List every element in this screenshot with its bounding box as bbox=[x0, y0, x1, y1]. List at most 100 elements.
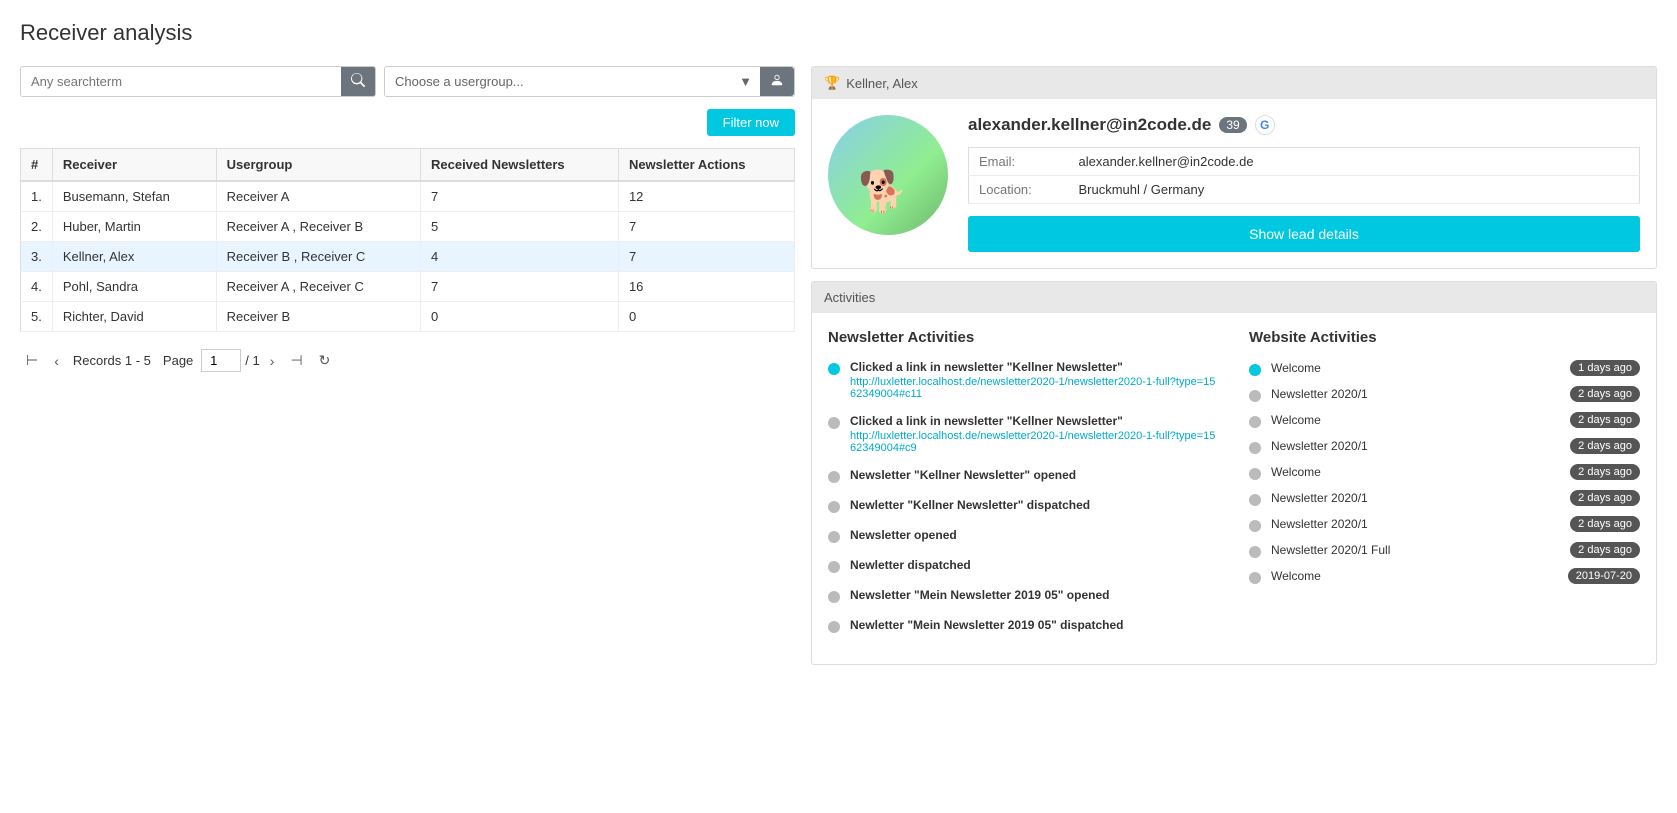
website-item-text: Newsletter 2020/1 bbox=[1271, 491, 1560, 505]
profile-info: alexander.kellner@in2code.de 39 G Email:… bbox=[968, 115, 1640, 252]
location-label: Location: bbox=[969, 176, 1069, 204]
website-activities-column: Website Activities Welcome 1 days ago Ne… bbox=[1249, 329, 1640, 648]
newsletter-timeline: Clicked a link in newsletter "Kellner Ne… bbox=[828, 360, 1219, 634]
cell-receiver: Richter, David bbox=[52, 302, 216, 332]
receivers-table: # Receiver Usergroup Received Newsletter… bbox=[20, 148, 795, 332]
website-timeline: Welcome 1 days ago Newsletter 2020/1 2 d… bbox=[1249, 360, 1640, 584]
timeline-dot bbox=[828, 471, 840, 483]
website-timeline-item: Newsletter 2020/1 2 days ago bbox=[1249, 438, 1640, 454]
newsletter-timeline-item: Clicked a link in newsletter "Kellner Ne… bbox=[828, 360, 1219, 400]
website-dot bbox=[1249, 442, 1261, 454]
activities-card: Activities Newsletter Activities Clicked… bbox=[811, 281, 1657, 665]
cell-usergroup: Receiver B , Receiver C bbox=[216, 242, 420, 272]
usergroup-select-wrap: Choose a usergroup... Receiver A Receive… bbox=[384, 66, 795, 97]
cell-newsletters: 7 bbox=[420, 181, 618, 212]
avatar-wrap bbox=[828, 115, 948, 235]
select-arrow-icon: ▼ bbox=[731, 67, 760, 96]
newsletter-timeline-item: Newletter dispatched bbox=[828, 558, 1219, 574]
newsletter-timeline-item: Newsletter "Mein Newsletter 2019 05" ope… bbox=[828, 588, 1219, 604]
search-input[interactable] bbox=[21, 67, 341, 96]
table-row[interactable]: 1. Busemann, Stefan Receiver A 7 12 bbox=[21, 181, 795, 212]
newsletter-timeline-item: Newsletter "Kellner Newsletter" opened bbox=[828, 468, 1219, 484]
profile-card-header: 🏆 Kellner, Alex bbox=[812, 67, 1656, 99]
show-lead-details-button[interactable]: Show lead details bbox=[968, 216, 1640, 252]
time-badge: 1 days ago bbox=[1570, 360, 1640, 376]
filter-now-button[interactable]: Filter now bbox=[707, 109, 795, 136]
website-dot bbox=[1249, 468, 1261, 480]
cell-usergroup: Receiver A bbox=[216, 181, 420, 212]
trophy-icon: 🏆 bbox=[824, 75, 840, 91]
profile-name-header: Kellner, Alex bbox=[846, 76, 918, 91]
timeline-dot bbox=[828, 417, 840, 429]
first-page-button[interactable]: ⊢ bbox=[20, 348, 44, 373]
cell-num: 1. bbox=[21, 181, 53, 212]
website-timeline-item: Welcome 2019-07-20 bbox=[1249, 568, 1640, 584]
timeline-dot bbox=[828, 531, 840, 543]
cell-receiver: Pohl, Sandra bbox=[52, 272, 216, 302]
newsletter-timeline-item: Newsletter opened bbox=[828, 528, 1219, 544]
website-timeline-item: Welcome 2 days ago bbox=[1249, 412, 1640, 428]
time-badge: 2 days ago bbox=[1570, 464, 1640, 480]
cell-usergroup: Receiver A , Receiver C bbox=[216, 272, 420, 302]
newsletter-timeline-item: Clicked a link in newsletter "Kellner Ne… bbox=[828, 414, 1219, 454]
timeline-dot bbox=[828, 501, 840, 513]
newsletter-timeline-item: Newletter "Kellner Newsletter" dispatche… bbox=[828, 498, 1219, 514]
user-filter-button[interactable] bbox=[760, 67, 794, 96]
cell-receiver: Huber, Martin bbox=[52, 212, 216, 242]
time-badge: 2 days ago bbox=[1570, 386, 1640, 402]
cell-num: 2. bbox=[21, 212, 53, 242]
newsletter-activities-column: Newsletter Activities Clicked a link in … bbox=[828, 329, 1219, 648]
cell-num: 5. bbox=[21, 302, 53, 332]
timeline-dot bbox=[828, 591, 840, 603]
time-badge: 2 days ago bbox=[1570, 412, 1640, 428]
website-timeline-item: Newsletter 2020/1 2 days ago bbox=[1249, 490, 1640, 506]
cell-receiver: Kellner, Alex bbox=[52, 242, 216, 272]
website-dot bbox=[1249, 546, 1261, 558]
cell-actions: 7 bbox=[618, 212, 794, 242]
prev-page-button[interactable]: ‹ bbox=[48, 349, 65, 373]
website-timeline-item: Welcome 2 days ago bbox=[1249, 464, 1640, 480]
cell-newsletters: 0 bbox=[420, 302, 618, 332]
col-header-newsletters: Received Newsletters bbox=[420, 149, 618, 182]
records-label: Records 1 - 5 bbox=[73, 353, 151, 368]
website-item-text: Newsletter 2020/1 bbox=[1271, 387, 1560, 401]
search-button[interactable] bbox=[341, 67, 375, 96]
page-number-input[interactable] bbox=[201, 349, 241, 372]
cell-newsletters: 4 bbox=[420, 242, 618, 272]
page-title: Receiver analysis bbox=[20, 20, 1657, 46]
refresh-button[interactable]: ↻ bbox=[313, 348, 337, 373]
usergroup-select[interactable]: Choose a usergroup... Receiver A Receive… bbox=[385, 67, 731, 96]
time-badge: 2019-07-20 bbox=[1568, 568, 1640, 584]
timeline-content: Newletter "Mein Newsletter 2019 05" disp… bbox=[850, 618, 1219, 634]
table-row[interactable]: 4. Pohl, Sandra Receiver A , Receiver C … bbox=[21, 272, 795, 302]
timeline-content: Clicked a link in newsletter "Kellner Ne… bbox=[850, 360, 1219, 400]
website-dot bbox=[1249, 520, 1261, 532]
website-activities-title: Website Activities bbox=[1249, 329, 1640, 346]
profile-card: 🏆 Kellner, Alex alexander.kellner@in2cod… bbox=[811, 66, 1657, 269]
timeline-dot bbox=[828, 363, 840, 375]
cell-newsletters: 7 bbox=[420, 272, 618, 302]
col-header-num: # bbox=[21, 149, 53, 182]
col-header-receiver: Receiver bbox=[52, 149, 216, 182]
last-page-button[interactable]: ⊣ bbox=[284, 348, 308, 373]
table-row[interactable]: 5. Richter, David Receiver B 0 0 bbox=[21, 302, 795, 332]
website-timeline-item: Newsletter 2020/1 2 days ago bbox=[1249, 386, 1640, 402]
cell-usergroup: Receiver A , Receiver B bbox=[216, 212, 420, 242]
col-header-usergroup: Usergroup bbox=[216, 149, 420, 182]
website-item-text: Welcome bbox=[1271, 465, 1560, 479]
website-timeline-item: Newsletter 2020/1 Full 2 days ago bbox=[1249, 542, 1640, 558]
table-row[interactable]: 2. Huber, Martin Receiver A , Receiver B… bbox=[21, 212, 795, 242]
cell-num: 4. bbox=[21, 272, 53, 302]
cell-num: 3. bbox=[21, 242, 53, 272]
timeline-dot bbox=[828, 621, 840, 633]
website-item-text: Newsletter 2020/1 Full bbox=[1271, 543, 1560, 557]
time-badge: 2 days ago bbox=[1570, 438, 1640, 454]
next-page-button[interactable]: › bbox=[264, 349, 281, 373]
website-item-text: Welcome bbox=[1271, 569, 1558, 583]
page-label: Page bbox=[163, 353, 193, 368]
timeline-content: Newsletter opened bbox=[850, 528, 1219, 544]
website-item-text: Welcome bbox=[1271, 361, 1560, 375]
table-row[interactable]: 3. Kellner, Alex Receiver B , Receiver C… bbox=[21, 242, 795, 272]
cell-actions: 0 bbox=[618, 302, 794, 332]
cell-actions: 16 bbox=[618, 272, 794, 302]
